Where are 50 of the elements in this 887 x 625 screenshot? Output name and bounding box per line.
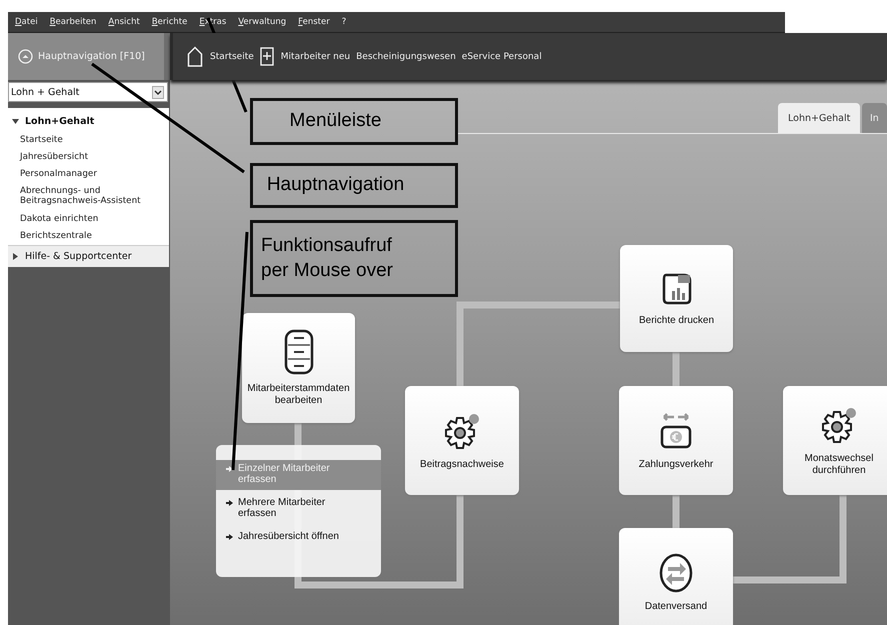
tile-label: Monatswechsel durchführen: [804, 452, 874, 476]
toolbar-item[interactable]: Startseite: [187, 46, 254, 68]
toolbar-item[interactable]: eService Personal: [462, 52, 542, 62]
chevron-up-icon: [18, 49, 33, 64]
function-tile[interactable]: Beitragsnachweise: [405, 386, 519, 495]
connector-line: [672, 352, 680, 386]
tile-label: Zahlungsverkehr: [638, 458, 714, 470]
function-tile[interactable]: Datenversand: [619, 528, 733, 625]
arrow-right-icon: [226, 466, 233, 472]
callout-label: Hauptnavigation: [250, 163, 458, 208]
new-document-icon: [260, 46, 274, 66]
function-tile[interactable]: Zahlungsverkehr: [619, 386, 733, 495]
tree-item[interactable]: Berichtszentrale: [8, 228, 169, 245]
toolbar-item[interactable]: Mitarbeiter neu: [260, 46, 350, 66]
tree-item[interactable]: Startseite: [8, 132, 169, 150]
tree-item[interactable]: Jahresübersicht: [8, 149, 169, 166]
menu-item[interactable]: Datei: [15, 17, 38, 27]
tree-item[interactable]: Personalmanager: [8, 166, 169, 184]
tile-label: Mitarbeiterstammdaten bearbeiten: [247, 383, 350, 407]
arrow-right-icon: [226, 534, 233, 540]
callout-label: Menüleiste: [250, 98, 458, 145]
toolbar-item[interactable]: Bescheinigungswesen: [356, 52, 456, 62]
menu-item[interactable]: Ansicht: [108, 17, 140, 27]
callout-label: Funktionsaufruf per Mouse over: [250, 220, 458, 297]
tile-label: Berichte drucken: [638, 314, 714, 326]
tree-node[interactable]: Hilfe- & Supportcenter: [8, 244, 169, 267]
tree-node[interactable]: Lohn+Gehalt: [8, 111, 169, 132]
popup-menu-item[interactable]: Jahresübersicht öffnen: [216, 528, 381, 558]
tile-label: Beitragsnachweise: [420, 458, 504, 470]
filing-cabinet-icon: [284, 329, 314, 375]
tree-item[interactable]: Abrechnungs- und Beitragsnachweis-Assistent: [8, 183, 169, 211]
menu-item[interactable]: ?: [342, 17, 346, 27]
tab[interactable]: Lohn+Gehalt: [778, 103, 860, 133]
function-tile[interactable]: Berichte drucken: [620, 245, 733, 352]
connector-line: [672, 495, 680, 528]
expander-icon: [12, 252, 19, 260]
tile-label: Datenversand: [644, 601, 708, 613]
tree-item[interactable]: Dakota einrichten: [8, 210, 169, 228]
arrow-right-icon: [226, 500, 233, 506]
menu-item[interactable]: Berichte: [152, 17, 188, 27]
house-icon: [187, 46, 203, 68]
function-tile[interactable]: Monatswechsel durchführen: [783, 386, 887, 495]
menu-item[interactable]: Verwaltung: [238, 17, 286, 27]
module-dropdown[interactable]: Lohn + Gehalt: [8, 82, 168, 102]
popup-menu-item[interactable]: Mehrere Mitarbeiter erfassen: [216, 494, 381, 524]
menu-item[interactable]: Bearbeiten: [50, 17, 96, 27]
expander-icon: [12, 118, 19, 125]
exchange-arrows-icon: [658, 553, 694, 593]
menu-item[interactable]: Fenster: [298, 17, 330, 27]
function-tile[interactable]: Mitarbeiterstammdaten bearbeiten: [242, 313, 355, 423]
